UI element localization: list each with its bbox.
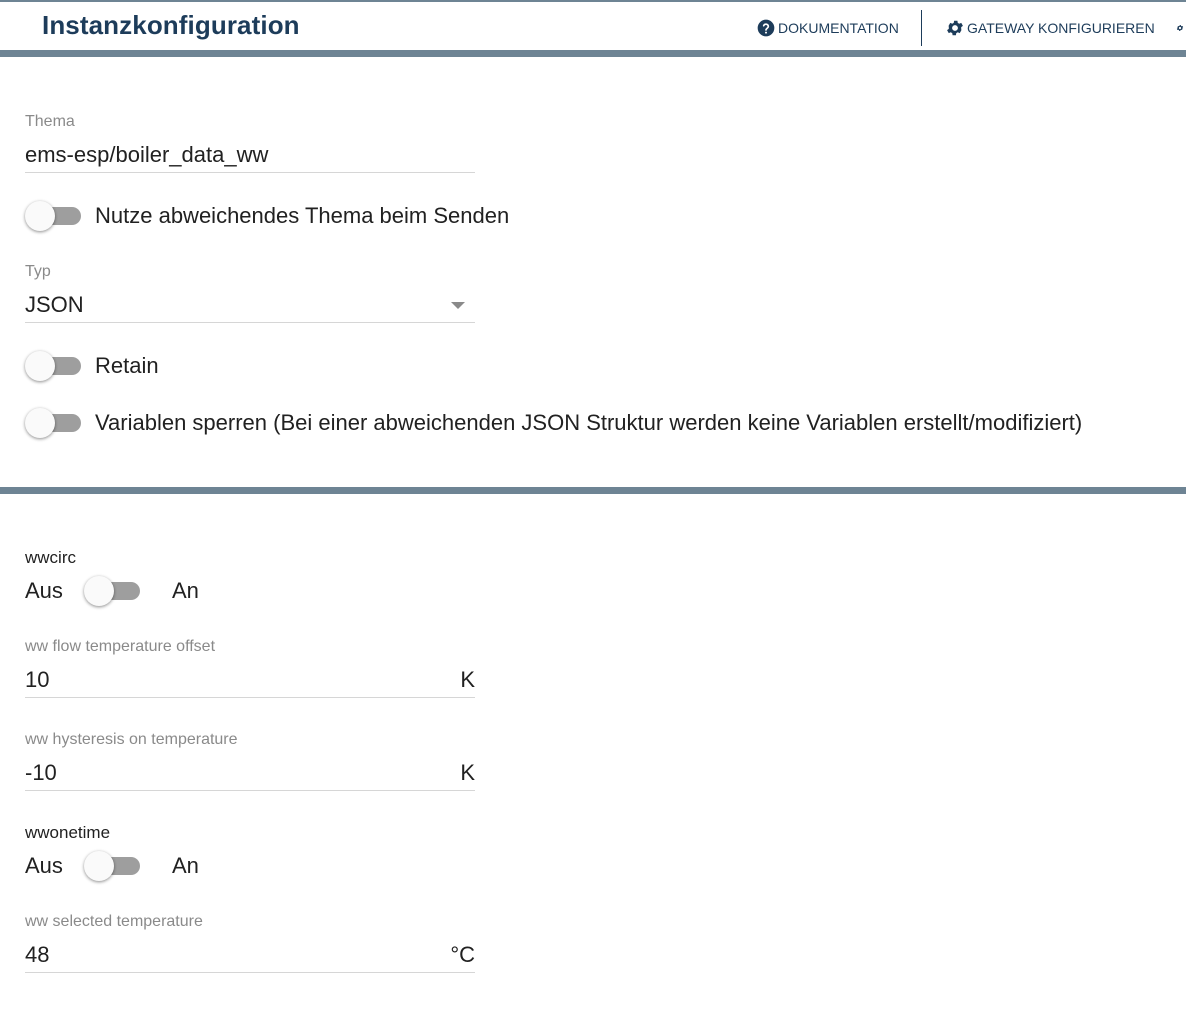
toggle-knob [25,351,55,381]
gear-icon [1176,25,1184,31]
gateway-configure-label: GATEWAY KONFIGURIEREN [967,20,1155,36]
flow-offset-label: ww flow temperature offset [25,638,216,655]
type-select[interactable]: Typ JSON [25,262,475,323]
wwcirc-off-label: Aus [25,578,63,603]
gear-icon [947,20,963,36]
hysteresis-value[interactable]: -10 [25,758,57,788]
wwcirc-label: wwcirc [25,548,76,567]
alt-topic-label: Nutze abweichendes Thema beim Senden [95,203,510,228]
gateway-configure-button[interactable]: GATEWAY KONFIGURIEREN [945,16,1155,40]
header: Instanzkonfiguration DOKUMENTATION GATEW… [0,2,1186,50]
documentation-button[interactable]: DOKUMENTATION [756,16,899,40]
wwcirc-on-label: An [172,578,199,603]
topic-value[interactable]: ems-esp/boiler_data_ww [25,140,268,170]
lock-variables-label: Variablen sperren (Bei einer abweichende… [95,410,1083,435]
more-settings-button[interactable] [1176,16,1186,40]
page-title: Instanzkonfiguration [42,10,300,40]
toggle-knob [84,851,114,881]
section-divider [0,487,1186,494]
dropdown-arrow-icon[interactable] [451,301,465,309]
wwonetime-toggle[interactable] [84,850,140,881]
alt-topic-toggle[interactable] [25,200,81,231]
topic-label: Thema [25,113,75,130]
selected-temp-value[interactable]: 48 [25,940,49,970]
flow-offset-unit: K [460,667,475,692]
wwonetime-on-label: An [172,853,199,878]
selected-temp-label: ww selected temperature [25,913,203,930]
help-circle-icon [757,19,775,37]
retain-label: Retain [95,353,159,378]
flow-offset-value[interactable]: 10 [25,665,49,695]
section-divider [0,50,1186,57]
selected-temp-unit: °C [450,942,475,967]
wwonetime-label: wwonetime [25,823,111,842]
wwonetime-off-label: Aus [25,853,63,878]
header-divider [921,10,922,46]
lock-variables-toggle[interactable] [25,407,81,438]
hysteresis-field[interactable]: ww hysteresis on temperature -10 K [25,730,475,791]
selected-temp-field[interactable]: ww selected temperature 48 °C [25,912,475,973]
hysteresis-label: ww hysteresis on temperature [25,731,238,748]
toggle-knob [25,408,55,438]
documentation-label: DOKUMENTATION [778,20,899,36]
type-label: Typ [25,263,51,280]
toggle-knob [25,201,55,231]
flow-offset-field[interactable]: ww flow temperature offset 10 K [25,637,475,698]
hysteresis-unit: K [460,760,475,785]
toggle-knob [84,576,114,606]
type-value: JSON [25,292,84,317]
retain-toggle[interactable] [25,350,81,381]
wwcirc-toggle[interactable] [84,575,140,606]
topic-field[interactable]: Thema ems-esp/boiler_data_ww [25,112,475,173]
